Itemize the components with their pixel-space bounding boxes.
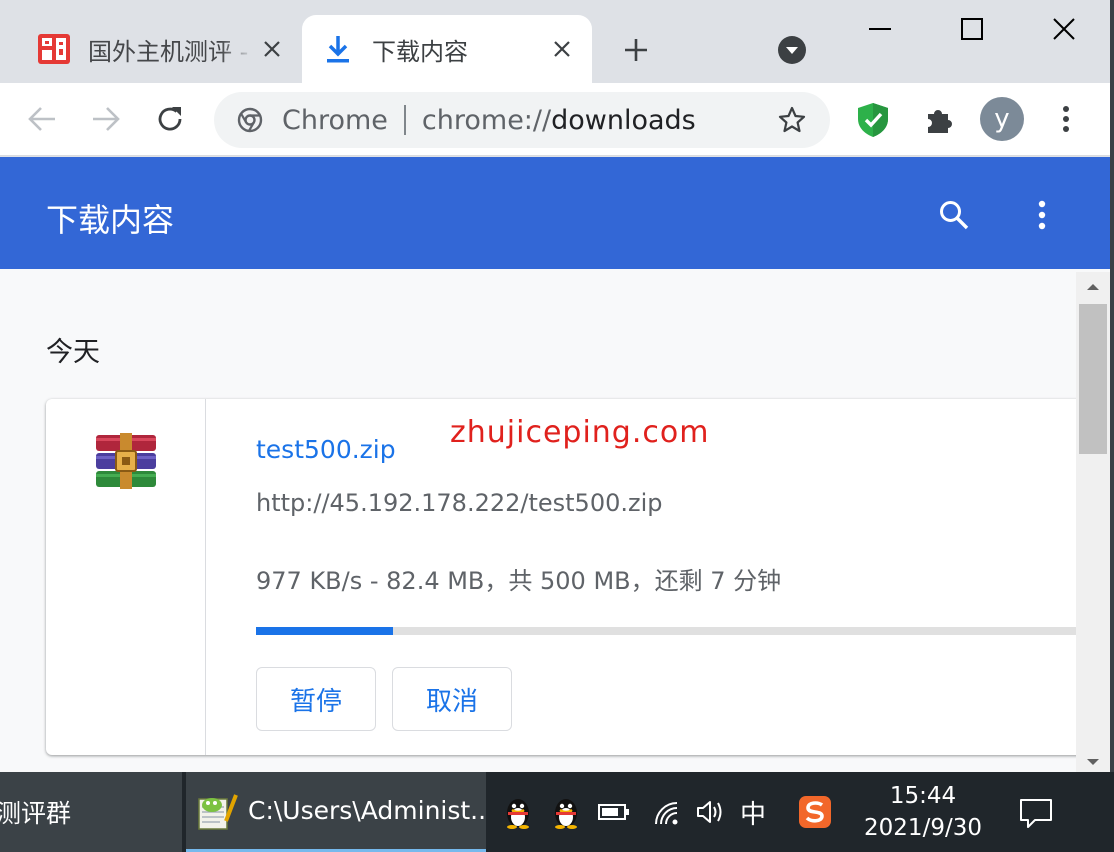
url-text[interactable]: chrome://downloads	[422, 105, 772, 136]
taskbar-app-qq-group[interactable]: 测评群	[0, 772, 182, 852]
reload-button[interactable]	[148, 97, 192, 141]
download-card: test500.zip zhujiceping.com http://45.19…	[46, 399, 1086, 755]
scroll-down-arrow-icon[interactable]	[1076, 758, 1110, 772]
notification-center-icon[interactable]	[1014, 792, 1058, 836]
qq-penguin-icon[interactable]	[548, 772, 584, 852]
browser-menu-icon[interactable]	[1044, 97, 1088, 141]
scroll-up-arrow-icon[interactable]	[1076, 272, 1110, 300]
browser-toolbar: Chrome chrome://downloads y	[0, 83, 1114, 156]
window-border	[1110, 0, 1114, 772]
back-button[interactable]	[20, 97, 64, 141]
minimize-button[interactable]	[834, 0, 926, 58]
vertical-scrollbar[interactable]	[1076, 272, 1110, 772]
file-name-link[interactable]: test500.zip	[256, 435, 396, 464]
clock-time: 15:44	[889, 783, 957, 809]
maximize-button[interactable]	[926, 0, 1018, 58]
taskbar-app-notepad[interactable]: C:\Users\Administ...	[186, 772, 486, 852]
forward-button[interactable]	[84, 97, 128, 141]
download-icon	[320, 31, 356, 67]
wifi-icon[interactable]	[646, 772, 686, 852]
download-progress-bar	[256, 627, 1086, 635]
windows-taskbar: 测评群 C:\Users\Administ... 中 15:44 2021/9/…	[0, 772, 1114, 852]
battery-icon[interactable]	[596, 772, 632, 852]
ime-indicator[interactable]: 中	[740, 794, 766, 831]
scrollbar-thumb[interactable]	[1079, 304, 1107, 454]
tab-search-button[interactable]	[774, 32, 810, 68]
page-title: 下载内容	[46, 201, 175, 239]
close-tab-icon[interactable]	[254, 31, 290, 67]
taskbar-app-label: C:\Users\Administ...	[248, 796, 486, 825]
more-options-icon[interactable]	[1020, 193, 1064, 237]
close-window-button[interactable]	[1018, 0, 1110, 58]
tab-title: 国外主机测评 -	[88, 37, 249, 66]
shield-extension-icon[interactable]	[852, 99, 894, 141]
chrome-logo-icon	[236, 106, 264, 134]
search-icon[interactable]	[932, 193, 976, 237]
sogou-input-icon[interactable]	[794, 772, 836, 852]
tab-title: 下载内容	[372, 37, 468, 66]
tab-strip: 国外主机测评 - 下载内容	[0, 0, 1114, 83]
tab-zhujiceping[interactable]: 国外主机测评 -	[18, 15, 302, 83]
tab-downloads[interactable]: 下载内容	[302, 15, 592, 83]
close-tab-icon[interactable]	[544, 31, 580, 67]
taskbar-app-label: 测评群	[0, 799, 72, 828]
system-clock[interactable]: 15:44 2021/9/30	[858, 780, 988, 844]
notepad-plus-icon	[196, 789, 238, 833]
file-source-url[interactable]: http://45.192.178.222/test500.zip	[256, 489, 663, 517]
profile-avatar[interactable]: y	[980, 97, 1024, 141]
bookmark-star-icon[interactable]	[772, 100, 812, 140]
date-heading: 今天	[46, 337, 100, 368]
downloads-header: 下载内容	[0, 157, 1110, 269]
chip-divider	[403, 105, 406, 135]
watermark-text: zhujiceping.com	[450, 415, 710, 450]
download-progress-fill	[256, 627, 393, 635]
zhujiceping-favicon-icon	[36, 31, 72, 67]
site-chip: Chrome	[282, 104, 388, 136]
extensions-puzzle-icon[interactable]	[918, 99, 960, 141]
new-tab-button[interactable]	[614, 28, 658, 72]
file-icon-column	[46, 399, 206, 755]
qq-penguin-icon[interactable]	[500, 772, 536, 852]
clock-date: 2021/9/30	[864, 815, 982, 841]
download-status: 977 KB/s - 82.4 MB，共 500 MB，还剩 7 分钟	[256, 567, 782, 595]
pause-button[interactable]: 暂停	[256, 667, 376, 731]
address-bar[interactable]: Chrome chrome://downloads	[214, 92, 830, 148]
cancel-button[interactable]: 取消	[392, 667, 512, 731]
downloads-page: 下载内容 今天 test500.zip zhujiceping.com http…	[0, 157, 1114, 772]
winrar-archive-icon	[94, 433, 158, 489]
volume-icon[interactable]	[690, 772, 730, 852]
